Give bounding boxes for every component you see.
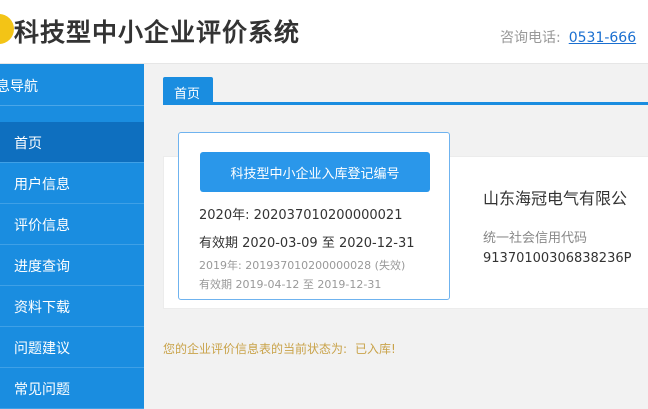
registration-number-button-label: 科技型中小企业入库登记编号 [230,167,400,182]
sidebar-item-label: 用户信息 [14,177,70,193]
company-name: 山东海冠电气有限公 [483,189,628,208]
sidebar-heading: 息导航 [0,64,144,106]
logo-icon [0,14,14,44]
sidebar-item-label: 资料下载 [14,300,70,316]
sidebar: 息导航 首页 用户信息 评价信息 进度查询 资料下载 问题建议 常见问题 [0,64,144,409]
sidebar-item-faq[interactable]: 常见问题 [0,368,144,409]
status-value: 已入库! [355,342,396,356]
sidebar-item-label: 评价信息 [14,218,70,234]
app-header: 科技型中小企业评价系统 咨询电话: 0531-666 [0,0,648,64]
sidebar-item-user-info[interactable]: 用户信息 [0,163,144,204]
sidebar-item-evaluation-info[interactable]: 评价信息 [0,204,144,245]
credit-code-label: 统一社会信用代码 [483,231,588,246]
hotline-label: 咨询电话: [500,30,561,46]
current-registration-number: 2020年: 202037010200000021 [199,208,403,223]
credit-code-value: 91370100306838236P [483,251,632,266]
hotline: 咨询电话: 0531-666 [500,27,636,47]
sidebar-heading-label: 息导航 [0,79,38,95]
current-validity: 有效期 2020-03-09 至 2020-12-31 [199,236,415,251]
sidebar-item-label: 问题建议 [14,341,70,357]
hotline-number-link[interactable]: 0531-666 [569,30,636,46]
status-line: 您的企业评价信息表的当前状态为: 已入库! [163,340,396,357]
tab-home[interactable]: 首页 [163,77,213,105]
sidebar-item-downloads[interactable]: 资料下载 [0,286,144,327]
previous-validity: 有效期 2019-04-12 至 2019-12-31 [199,278,382,291]
sidebar-item-label: 常见问题 [14,382,70,398]
registration-card: 科技型中小企业入库登记编号 2020年: 202037010200000021 … [178,132,450,300]
status-text: 您的企业评价信息表的当前状态为: [163,342,348,356]
previous-registration-number: 2019年: 201937010200000028 (失效) [199,259,406,272]
tab-bar [163,102,648,105]
sidebar-item-home[interactable]: 首页 [0,122,144,163]
sidebar-item-label: 进度查询 [14,259,70,275]
sidebar-item-progress-query[interactable]: 进度查询 [0,245,144,286]
app-title: 科技型中小企业评价系统 [14,18,301,47]
tab-label: 首页 [174,87,201,102]
sidebar-item-feedback[interactable]: 问题建议 [0,327,144,368]
sidebar-item-label: 首页 [14,136,42,152]
main-content: 首页 科技型中小企业入库登记编号 2020年: 2020370102000000… [144,64,648,409]
registration-number-button[interactable]: 科技型中小企业入库登记编号 [200,152,430,192]
